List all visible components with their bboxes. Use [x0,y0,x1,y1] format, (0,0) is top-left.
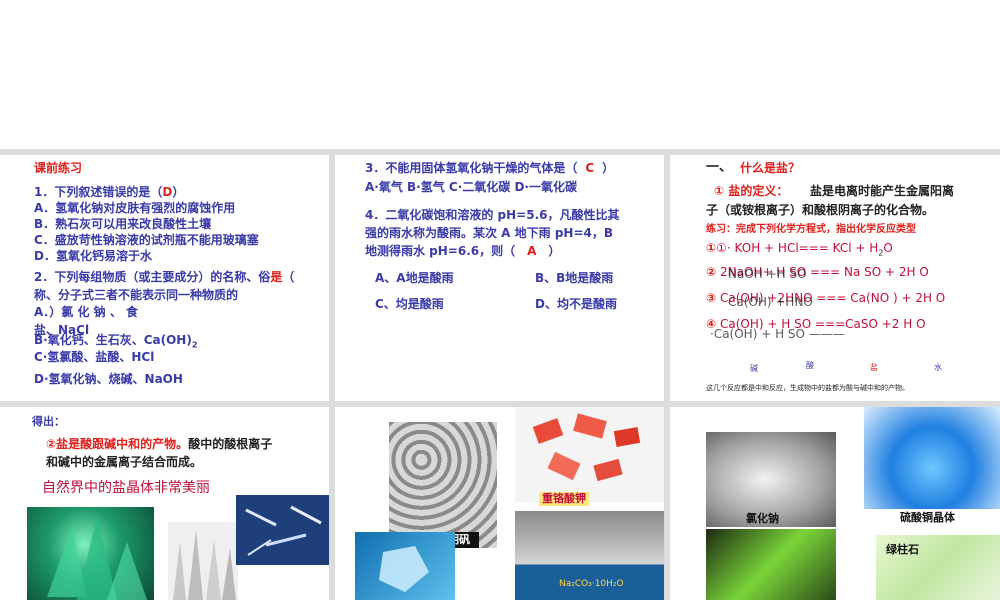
green-mineral-photo [706,529,836,600]
equation-4-overlay: ·Ca(OH) + H SO ——— [710,327,845,341]
legend-salt: 盐 [870,363,878,372]
slide-salt-photos-2[interactable]: 氯化钠 硫酸铜晶体 绿柱石 [670,407,1000,600]
legend-base: 碱 [750,364,758,373]
blue-crystal-photo [236,495,329,565]
slide-what-is-salt[interactable]: 一、 什么是盐？ ① 盐的定义： 盐是电离时能产生金属阳离 子（或铵根离子）和酸… [670,155,1000,401]
alum-photo: 明矾 [389,422,497,548]
eq-bullet: ① [706,241,717,255]
slide-note: 这几个反应都是中和反应，生成物中的盐都为酸与碱中和的产物。 [706,384,909,392]
answer-mark: C [585,161,595,175]
conclusion-label: 得出： [32,415,65,428]
equation-2-overlay: NaOH +H SO [728,267,807,281]
definition-text: 子（或铵根离子）和酸根阴离子的化合物。 [706,203,935,217]
green-crystal-photo [27,507,154,600]
question-3-options: A·氧气 B·氢气 C·二氧化碳 D·一氧化碳 [365,180,577,194]
slide-heading: 什么是盐？ [740,161,801,175]
option-c: C、均是酸雨 [375,297,444,311]
slide-salt-photos-1[interactable]: 明矾 重铬酸钾 Na₂CO₃·10H₂O [335,407,664,600]
slide-heading: 课前练习 [34,161,83,175]
question-3: 3．不能用固体氢氧化钠干燥的气体是（ C） [365,161,615,175]
eq-bullet: ③ [706,291,717,305]
option-a: A．）氯 化 钠 、 食 [34,305,138,319]
sodium-chloride-label: 氯化钠 [746,512,779,525]
question-4-line-3: 地测得雨水 pH=6.6，则（ A） [365,244,561,258]
question-2-line-2: 称、分子式三者不能表示同一种物质的 [34,288,239,302]
question-4-line-1: 4．二氧化碳饱和溶液的 pH=5.6，凡酸性比其 [365,208,620,222]
definition-2: ②盐是酸跟碱中和的产物。酸中的酸根离子 [46,437,273,451]
option-d: D、均不是酸雨 [535,297,617,311]
option-a: A．氢氧化钠对皮肤有强烈的腐蚀作用 [34,201,236,215]
soda-photo: Na₂CO₃·10H₂O [515,511,664,600]
option-c: C．盛放苛性钠溶液的试剂瓶不能用玻璃塞 [34,233,259,247]
option-b: B．熟石灰可以用来改良酸性土壤 [34,217,212,231]
clear-crystal-photo [355,532,455,600]
legend-acid: 酸 [806,361,814,370]
option-a: A、A地是酸雨 [375,271,454,285]
question-4-line-2: 强的雨水称为酸雨。某次 A 地下雨 pH=4，B [365,226,614,240]
answer-mark: A [527,244,537,258]
option-c: C·氢氯酸、盐酸、HCl [34,350,155,364]
slide-exercise-1[interactable]: 课前练习 1．下列叙述错误的是（D） A．氢氧化钠对皮肤有强烈的腐蚀作用 B．熟… [0,155,329,401]
option-b: B、B地是酸雨 [535,271,614,285]
equation-3-overlay: Ca(OH) +HNO [728,295,813,309]
eq-bullet: ② [706,265,717,279]
option-d: D·氢氧化钠、烧碱、NaOH [34,372,183,386]
beryl-photo: 绿柱石 [876,535,1000,600]
heading-number: 一、 [706,160,733,175]
soda-label: Na₂CO₃·10H₂O [559,579,624,589]
answer-mark: D [162,185,173,199]
slide-exercise-2[interactable]: 3．不能用固体氢氧化钠干燥的气体是（ C） A·氧气 B·氢气 C·二氧化碳 D·… [335,155,664,401]
equation-1: ①①· KOH + HCl=== KCl + H2O [706,241,893,258]
definition-2-cont: 和碱中的金属离子结合而成。 [46,455,203,469]
option-d: D．氢氧化钙易溶于水 [34,249,152,263]
practice-label: 练习：完成下列化学方程式，指出化学反应类型 [706,224,916,235]
slide-conclusion[interactable]: 得出： ②盐是酸跟碱中和的产物。酸中的酸根离子 和碱中的金属离子结合而成。 自然… [0,407,329,600]
beryl-label: 绿柱石 [886,543,919,556]
mark: 是 [270,270,283,284]
dichromate-label: 重铬酸钾 [539,492,589,506]
sodium-chloride-photo: 氯化钠 [706,432,836,527]
definition-text: 盐是电离时能产生金属阳离 [810,184,955,198]
legend-water: 水 [934,363,942,372]
question-1: 1．下列叙述错误的是（D） [34,185,185,199]
question-2-line-1: 2．下列每组物质（或主要成分）的名称、俗是（ [34,270,295,284]
crystals-title: 自然界中的盐晶体非常美丽 [42,480,210,496]
copper-sulfate-photo [864,407,1000,509]
copper-sulfate-label: 硫酸铜晶体 [900,511,955,524]
white-crystal-photo [168,522,238,600]
definition-label: ① 盐的定义： [714,184,789,198]
dichromate-photo [515,407,664,502]
